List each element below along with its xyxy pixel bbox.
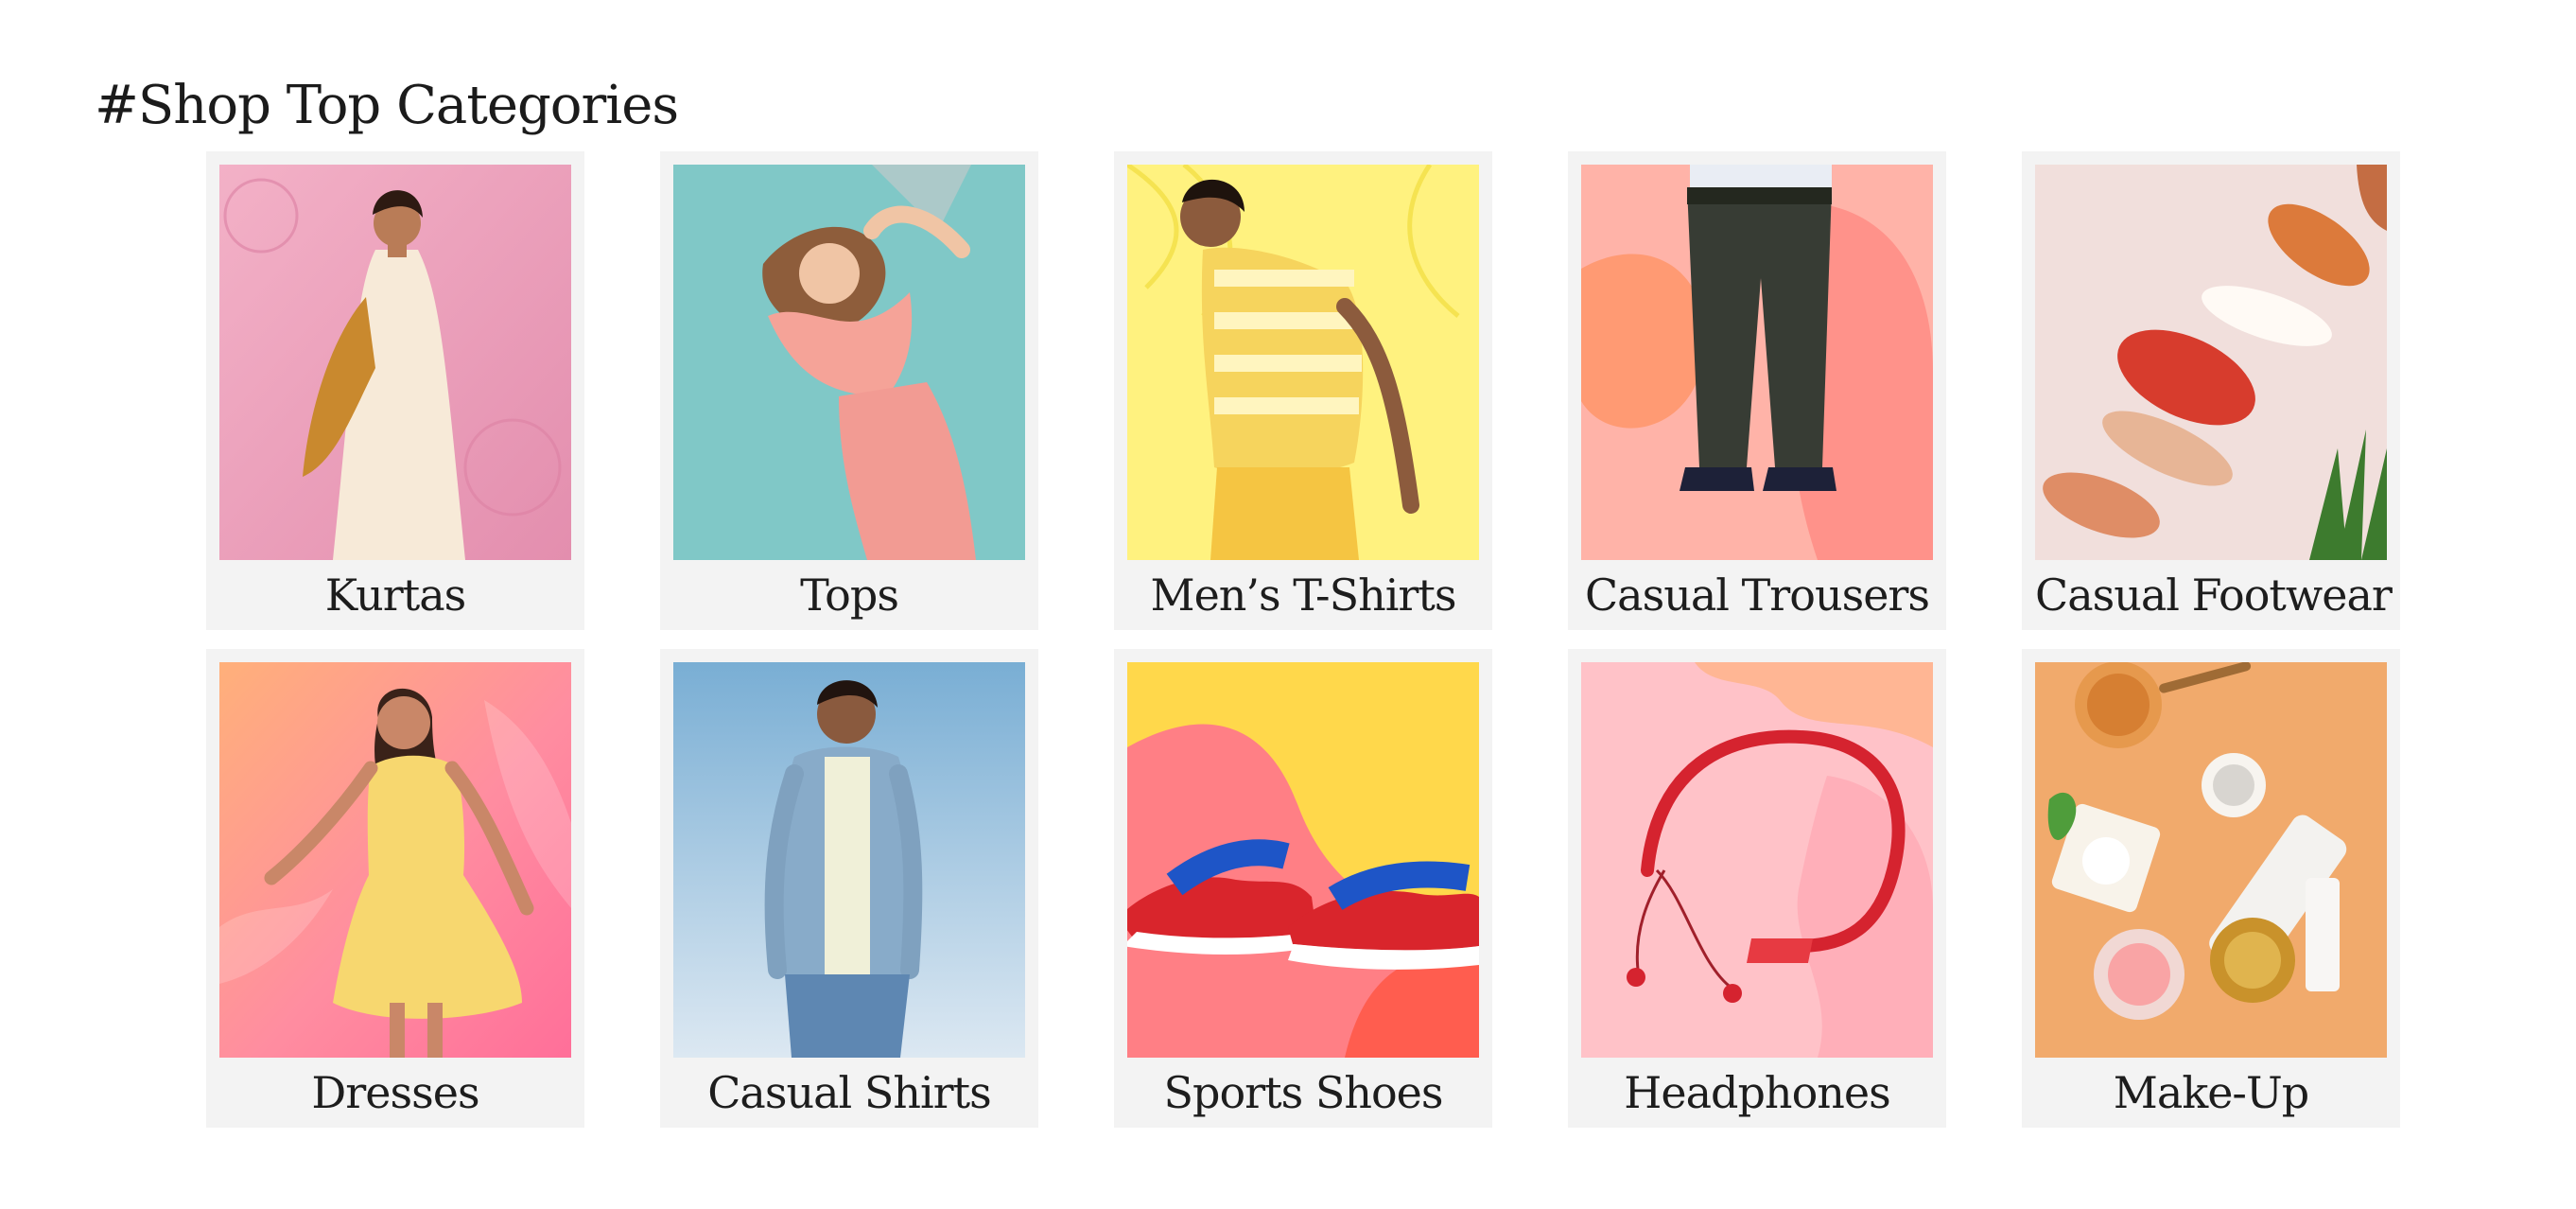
category-card-casual-trousers[interactable]: Casual Trousers (1568, 151, 1946, 630)
category-card-makeup[interactable]: Make-Up (2022, 649, 2400, 1128)
category-label: Kurtas (324, 569, 467, 621)
category-card-sports-shoes[interactable]: Sports Shoes (1114, 649, 1492, 1128)
headphones-photo (1581, 662, 1933, 1058)
category-label: Casual Trousers (1584, 569, 1930, 621)
category-label: Casual Footwear (2035, 569, 2393, 621)
sports-shoes-photo (1127, 662, 1479, 1058)
section-title: #Shop Top Categories (95, 75, 679, 136)
category-label: Dresses (311, 1067, 479, 1118)
category-card-casual-footwear[interactable]: Casual Footwear (2022, 151, 2400, 630)
category-card-tops[interactable]: Tops (660, 151, 1038, 630)
category-card-headphones[interactable]: Headphones (1568, 649, 1946, 1128)
category-label: Sports Shoes (1163, 1067, 1443, 1118)
footwear-flatlay-photo (2035, 165, 2387, 560)
category-card-kurtas[interactable]: Kurtas (206, 151, 584, 630)
dress-model-photo (219, 662, 571, 1058)
trousers-model-photo (1581, 165, 1933, 560)
category-label: Casual Shirts (707, 1067, 992, 1118)
makeup-flatlay-photo (2035, 662, 2387, 1058)
category-label: Headphones (1624, 1067, 1890, 1118)
mens-tshirt-model-photo (1127, 165, 1479, 560)
category-card-casual-shirts[interactable]: Casual Shirts (660, 649, 1038, 1128)
category-grid: Kurtas Tops Men’s T-Shirts Casual Trouse… (206, 151, 2400, 1128)
category-label: Men’s T-Shirts (1150, 569, 1456, 621)
casual-shirt-model-photo (673, 662, 1025, 1058)
category-card-dresses[interactable]: Dresses (206, 649, 584, 1128)
category-label: Make-Up (2113, 1067, 2309, 1118)
category-card-mens-tshirts[interactable]: Men’s T-Shirts (1114, 151, 1492, 630)
kurta-model-photo (219, 165, 571, 560)
top-model-photo (673, 165, 1025, 560)
category-label: Tops (800, 569, 899, 621)
